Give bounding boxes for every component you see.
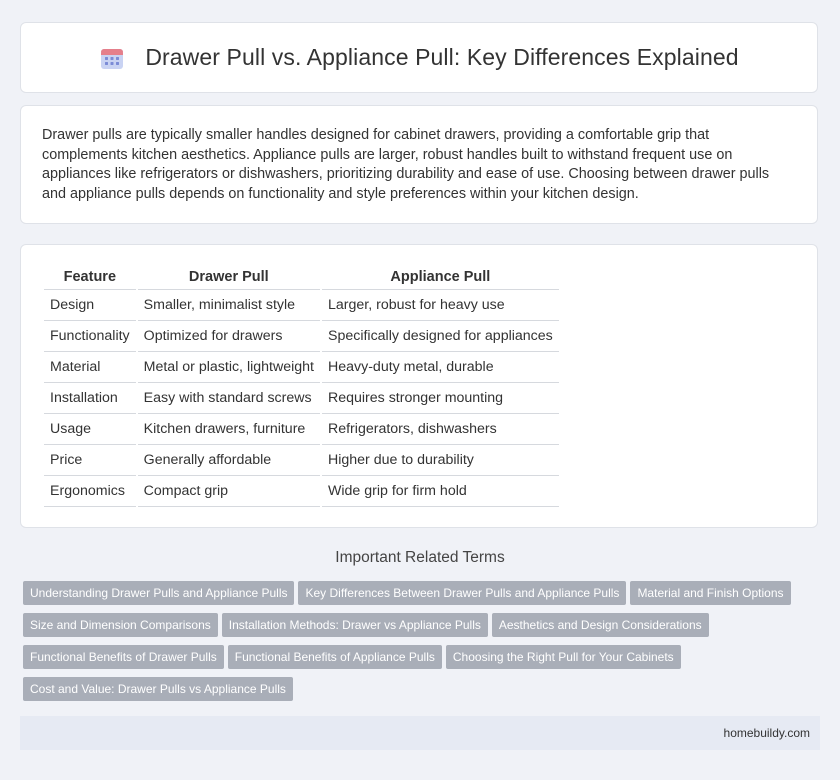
table-row: Installation Easy with standard screws R… — [44, 383, 559, 414]
table-row: Ergonomics Compact grip Wide grip for fi… — [44, 476, 559, 507]
related-terms-title: Important Related Terms — [335, 549, 505, 566]
related-term-tag[interactable]: Understanding Drawer Pulls and Appliance… — [23, 581, 295, 605]
table-cell: Refrigerators, dishwashers — [321, 414, 559, 445]
table-row: Material Metal or plastic, lightweight H… — [44, 352, 559, 383]
comparison-card: Feature Drawer Pull Appliance Pull Desig… — [20, 244, 818, 528]
table-cell: Generally affordable — [137, 445, 320, 476]
table-cell: Design — [44, 290, 136, 321]
related-term-tag[interactable]: Installation Methods: Drawer vs Applianc… — [221, 613, 488, 637]
page: Drawer Pull vs. Appliance Pull: Key Diff… — [0, 0, 840, 780]
related-terms-list: Understanding Drawer Pulls and Appliance… — [23, 581, 813, 709]
related-term-tag[interactable]: Cost and Value: Drawer Pulls vs Applianc… — [23, 677, 293, 701]
table-cell: Ergonomics — [44, 476, 136, 507]
table-row: Design Smaller, minimalist style Larger,… — [44, 290, 559, 321]
table-cell: Material — [44, 352, 136, 383]
related-term-tag[interactable]: Aesthetics and Design Considerations — [491, 613, 709, 637]
table-cell: Higher due to durability — [321, 445, 559, 476]
table-row: Price Generally affordable Higher due to… — [44, 445, 559, 476]
related-term-tag[interactable]: Key Differences Between Drawer Pulls and… — [298, 581, 627, 605]
column-header-feature: Feature — [44, 265, 136, 290]
column-header-drawer-pull: Drawer Pull — [137, 265, 320, 290]
table-row: Usage Kitchen drawers, furniture Refrige… — [44, 414, 559, 445]
table-cell: Wide grip for firm hold — [321, 476, 559, 507]
table-cell: Optimized for drawers — [137, 321, 320, 352]
related-term-tag[interactable]: Functional Benefits of Drawer Pulls — [23, 645, 224, 669]
table-cell: Metal or plastic, lightweight — [137, 352, 320, 383]
page-title: Drawer Pull vs. Appliance Pull: Key Diff… — [145, 44, 739, 70]
footer: homebuildy.com — [20, 716, 820, 750]
table-cell: Usage — [44, 414, 136, 445]
related-term-tag[interactable]: Material and Finish Options — [630, 581, 791, 605]
table-cell: Compact grip — [137, 476, 320, 507]
table-cell: Easy with standard screws — [137, 383, 320, 414]
title-card: Drawer Pull vs. Appliance Pull: Key Diff… — [20, 22, 818, 93]
related-term-tag[interactable]: Choosing the Right Pull for Your Cabinet… — [445, 645, 681, 669]
table-cell: Price — [44, 445, 136, 476]
calendar-icon — [99, 45, 125, 71]
table-cell: Requires stronger mounting — [321, 383, 559, 414]
column-header-appliance-pull: Appliance Pull — [321, 265, 559, 290]
table-cell: Smaller, minimalist style — [137, 290, 320, 321]
table-cell: Installation — [44, 383, 136, 414]
table-cell: Heavy-duty metal, durable — [321, 352, 559, 383]
related-term-tag[interactable]: Functional Benefits of Appliance Pulls — [227, 645, 442, 669]
related-term-tag[interactable]: Size and Dimension Comparisons — [23, 613, 218, 637]
table-cell: Larger, robust for heavy use — [321, 290, 559, 321]
comparison-table: Feature Drawer Pull Appliance Pull Desig… — [42, 265, 561, 507]
intro-paragraph: Drawer pulls are typically smaller handl… — [42, 127, 770, 202]
table-row: Functionality Optimized for drawers Spec… — [44, 321, 559, 352]
table-cell: Kitchen drawers, furniture — [137, 414, 320, 445]
footer-site-link[interactable]: homebuildy.com — [724, 726, 810, 740]
table-header-row: Feature Drawer Pull Appliance Pull — [44, 265, 559, 290]
table-cell: Specifically designed for appliances — [321, 321, 559, 352]
intro-card: Drawer pulls are typically smaller handl… — [20, 105, 818, 224]
table-cell: Functionality — [44, 321, 136, 352]
